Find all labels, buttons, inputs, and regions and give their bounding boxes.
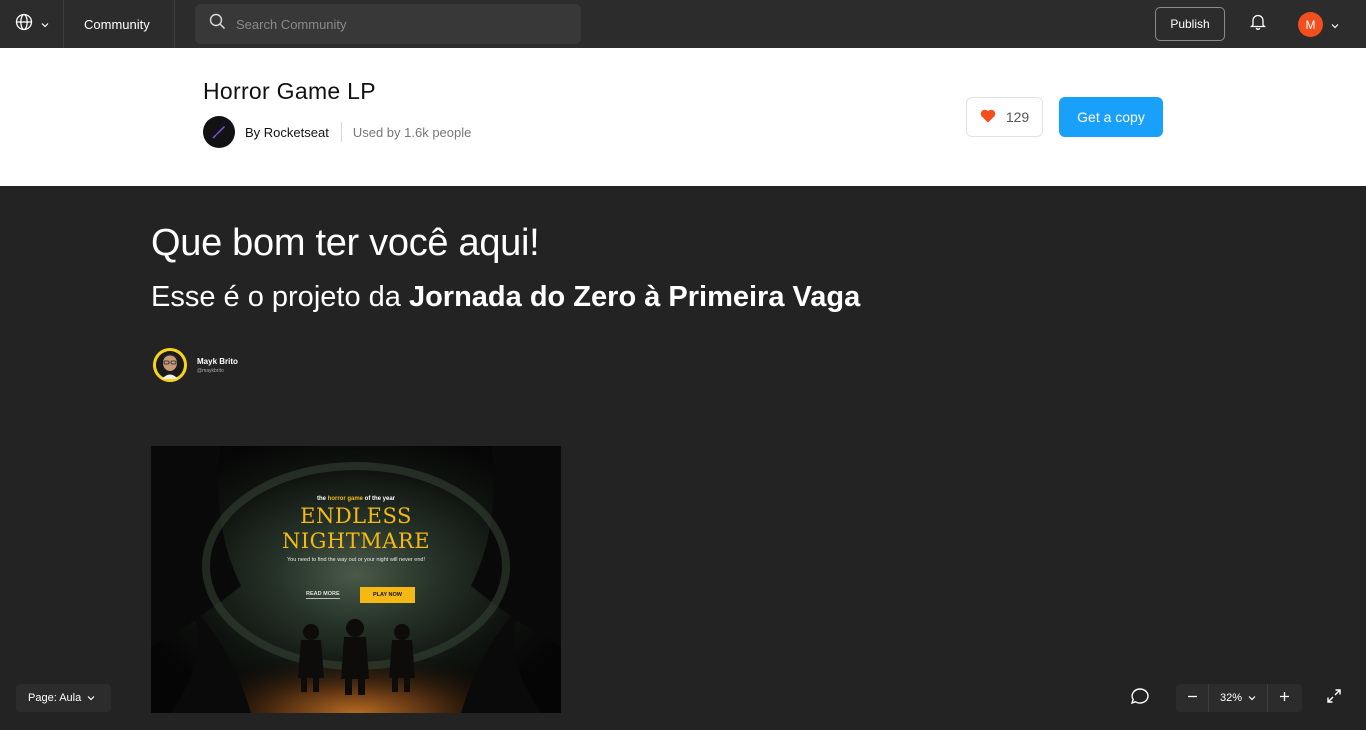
game-title-line-2: NIGHTMARE (281, 529, 431, 553)
zoom-level-dropdown[interactable]: 32% (1208, 684, 1268, 712)
hero-title: Que bom ter você aqui! (151, 222, 540, 264)
publish-button[interactable]: Publish (1155, 7, 1225, 41)
chevron-down-icon (1248, 692, 1256, 704)
tagline-text: of the year (363, 496, 396, 502)
avatar: M (1298, 12, 1323, 37)
mentor-avatar (153, 348, 187, 382)
hero-subtitle: Esse é o projeto da Jornada do Zero à Pr… (151, 281, 860, 314)
minus-icon (1187, 689, 1198, 707)
bell-icon (1249, 13, 1267, 35)
chevron-down-icon (1331, 16, 1339, 34)
page-label: Page: Aula (28, 692, 82, 704)
divider (340, 122, 342, 142)
plus-icon (1279, 689, 1290, 707)
design-canvas[interactable]: Que bom ter você aqui! Esse é o projeto … (0, 186, 1366, 730)
account-menu-button[interactable]: M (1298, 12, 1339, 37)
like-count: 129 (1005, 109, 1030, 125)
zoom-level: 32% (1219, 692, 1243, 704)
get-a-copy-button[interactable]: Get a copy (1059, 97, 1163, 137)
file-title: Horror Game LP (203, 78, 376, 104)
mentor-name: Mayk Brito (197, 356, 238, 366)
zoom-controls: 32% (1176, 684, 1302, 712)
community-link[interactable]: Community (64, 0, 175, 48)
author-row: By Rocketseat Used by 1.6k people (203, 116, 471, 148)
tagline-text: the (316, 496, 328, 502)
notifications-button[interactable] (1246, 12, 1270, 36)
chevron-down-icon (87, 692, 95, 704)
mentor-handle: @maykbrito (197, 367, 224, 374)
page-selector[interactable]: Page: Aula (16, 684, 111, 712)
heart-icon (980, 109, 996, 126)
comment-bubble-icon (1130, 687, 1150, 710)
language-menu-button[interactable] (0, 0, 64, 48)
search-input[interactable] (236, 16, 556, 32)
search-bar[interactable] (195, 4, 581, 44)
game-title: ENDLESS NIGHTMARE (151, 504, 561, 554)
mentor-card: Mayk Brito @maykbrito (153, 348, 238, 382)
author-link[interactable]: By Rocketseat (245, 125, 329, 140)
search-icon (209, 13, 226, 35)
tagline-highlight: horror game (327, 496, 363, 502)
game-description: You need to find the way out or your nig… (287, 557, 425, 563)
like-button[interactable]: 129 (966, 97, 1043, 137)
thumbnail-tagline: the horror game of the year (151, 496, 561, 502)
design-thumbnail-frame[interactable]: the horror game of the year ENDLESS NIGH… (151, 446, 561, 713)
chevron-down-icon (41, 15, 49, 33)
zoom-out-button[interactable] (1176, 684, 1208, 712)
top-bar: Community Publish M (0, 0, 1366, 48)
usage-count: Used by 1.6k people (352, 124, 472, 140)
game-title-line-1: ENDLESS (300, 504, 412, 528)
comment-button[interactable] (1126, 684, 1154, 712)
hero-subtitle-prefix: Esse é o projeto da (151, 281, 409, 313)
read-more-link: READ MORE (306, 591, 340, 599)
file-header: Horror Game LP By Rocketseat Used by 1.6… (0, 48, 1366, 186)
fullscreen-button[interactable] (1320, 684, 1348, 712)
rocketseat-logo-icon[interactable] (203, 116, 235, 148)
globe-icon (15, 13, 33, 36)
play-now-button: PLAY NOW (360, 587, 415, 603)
hero-subtitle-bold: Jornada do Zero à Primeira Vaga (408, 281, 861, 313)
expand-icon (1326, 688, 1342, 709)
forest-background-illustration (151, 446, 561, 713)
zoom-in-button[interactable] (1268, 684, 1300, 712)
